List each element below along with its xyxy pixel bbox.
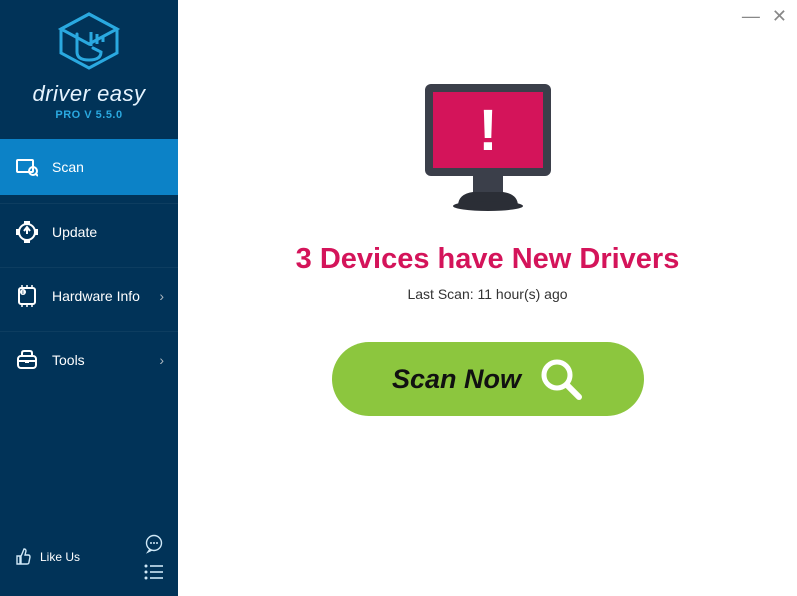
window-controls: — ✕: [742, 6, 787, 27]
feedback-icon[interactable]: [144, 534, 164, 554]
sidebar-item-scan[interactable]: Scan: [0, 139, 178, 195]
thumbs-up-icon: [14, 548, 32, 566]
close-button[interactable]: ✕: [772, 6, 787, 27]
monitor-alert-illustration: !: [413, 78, 563, 223]
sidebar-item-label: Tools: [52, 352, 85, 368]
status-headline: 3 Devices have New Drivers: [296, 243, 680, 276]
menu-list-icon[interactable]: [144, 564, 164, 580]
like-us-label: Like Us: [40, 550, 80, 564]
footer-icons: [144, 534, 164, 580]
hardware-info-icon: i: [16, 285, 38, 307]
sidebar-item-hardware-info[interactable]: i Hardware Info ›: [0, 267, 178, 323]
scan-now-label: Scan Now: [392, 364, 521, 395]
tools-icon: [16, 349, 38, 371]
sidebar-item-tools[interactable]: Tools ›: [0, 331, 178, 387]
scan-now-button[interactable]: Scan Now: [332, 342, 644, 416]
update-icon: [16, 221, 38, 243]
brand-logo-icon: [57, 12, 121, 70]
sidebar-nav: Scan Update i Hardware Info › Tools: [0, 139, 178, 387]
svg-text:!: !: [478, 98, 497, 163]
sidebar-item-label: Hardware Info: [52, 288, 140, 304]
sidebar-item-label: Scan: [52, 159, 84, 175]
brand-version: PRO V 5.5.0: [0, 109, 178, 121]
main-panel: ! 3 Devices have New Drivers Last Scan: …: [178, 0, 797, 596]
brand-area: driver easy PRO V 5.5.0: [0, 0, 178, 129]
last-scan-text: Last Scan: 11 hour(s) ago: [407, 286, 567, 302]
chevron-right-icon: ›: [159, 352, 164, 368]
scan-icon: [16, 156, 38, 178]
sidebar-footer: Like Us: [0, 522, 178, 596]
sidebar-item-update[interactable]: Update: [0, 203, 178, 259]
chevron-right-icon: ›: [159, 288, 164, 304]
brand-name: driver easy: [0, 81, 178, 107]
sidebar: driver easy PRO V 5.5.0 Scan Update i: [0, 0, 178, 596]
app-window: — ✕ driver easy PRO V 5.5.0 Scan: [0, 0, 797, 596]
sidebar-item-label: Update: [52, 224, 97, 240]
minimize-button[interactable]: —: [742, 6, 760, 27]
like-us-button[interactable]: Like Us: [14, 548, 80, 566]
magnifier-icon: [539, 357, 583, 401]
